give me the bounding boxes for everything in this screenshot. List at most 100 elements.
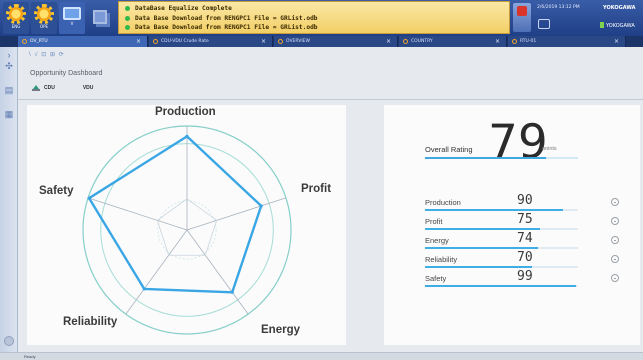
overall-rating-value: 79 [488,115,548,170]
message-line: DataBase Equalize Complete [125,4,509,14]
window-dot-icon [22,39,27,44]
radar-point [142,287,146,291]
tab-crude-rate[interactable]: CDU-VDU Crude Rate × [149,36,273,47]
tree-item-cdu[interactable]: CDU [44,85,55,91]
page-title: Opportunity Dashboard [30,70,103,77]
radar-chart-panel: Production Profit Energy Reliability Saf… [27,105,346,345]
help-icon[interactable] [4,336,14,346]
close-icon[interactable]: × [495,38,500,45]
close-icon[interactable]: × [614,38,619,45]
status-text: Ready [24,354,36,359]
tab-label: RTU-01 [520,39,537,44]
plant-icon [32,84,40,92]
brand-sub-logo: YOKOGAWA [600,22,635,29]
details-icon[interactable] [611,255,619,263]
close-icon[interactable]: × [386,38,391,45]
metric-row-energy: Energy 74 [425,231,619,251]
status-dot-icon [125,15,130,21]
metric-bar [425,247,578,249]
axis-label-production: Production [155,106,216,118]
view-label: V [70,21,74,26]
view-toolbar[interactable]: \ √ ⊡ ⊞ ⟳ [29,51,65,58]
metric-fill [425,285,577,287]
radar-chart [82,125,292,335]
table-icon[interactable]: ▦ [3,109,15,120]
tab-overview[interactable]: OVERVIEW × [274,36,398,47]
metric-value: 74 [517,231,533,246]
metric-row-production: Production 90 [425,193,619,213]
window-dot-icon [403,39,408,44]
close-icon[interactable]: × [261,38,266,45]
metric-row-reliability: Reliability 70 [425,250,619,270]
rating-panel: Overall Rating 79 points Production 90 P… [384,105,640,345]
tab-ov-rtu[interactable]: OV_RTU × [18,36,148,47]
window-icon[interactable] [538,19,550,29]
engineering-button[interactable]: ENG [3,2,29,34]
axis-label-reliability: Reliability [63,316,118,328]
copy-button[interactable] [87,2,113,34]
operation-button[interactable]: OPE [31,2,57,34]
details-icon[interactable] [611,217,619,225]
tab-label: COUNTRY [411,39,433,44]
unit-tree: CDU VDU [30,83,93,93]
metric-value: 99 [517,269,533,284]
radar-spoke [186,197,287,231]
overall-rating-label: Overall Rating [425,145,473,154]
radar-spoke [87,197,188,231]
message-text: Data Base Download from RENGPC1 File = G… [135,24,318,32]
sun-icon [34,4,54,24]
sun-icon [6,4,26,24]
metric-value: 70 [517,250,533,265]
metric-label: Safety [425,274,447,283]
system-clock: 2/6/2019 13:12 PM [537,5,580,10]
window-dot-icon [278,39,283,44]
window-dot-icon [153,39,158,44]
tab-label: OV_RTU [30,39,48,44]
close-icon[interactable]: × [136,38,141,45]
alarm-status-icon[interactable] [513,3,531,32]
metric-value: 90 [517,193,533,208]
metric-bar [425,228,578,230]
message-banner[interactable]: DataBase Equalize Complete Data Base Dow… [118,1,510,34]
message-text: DataBase Equalize Complete [135,5,232,12]
tab-country[interactable]: COUNTRY × [399,36,507,47]
axis-label-safety: Safety [39,185,74,197]
message-text: Data Base Download from RENGPC1 File = G… [135,14,318,22]
tab-rtu-01[interactable]: RTU-01 × [508,36,626,47]
metric-label: Reliability [425,255,458,264]
status-bar: Ready [0,352,643,360]
view-button[interactable]: V [59,2,85,34]
brand-sub-text: YOKOGAWA [606,23,635,29]
brand-logo: YOKOGAWA [603,5,636,11]
dashboard-workspace: \ √ ⊡ ⊞ ⟳ Opportunity Dashboard CDU VDU … [18,47,643,352]
status-dot-icon [125,6,130,12]
details-icon[interactable] [611,236,619,244]
metric-fill [425,266,533,268]
details-icon[interactable] [611,198,619,206]
tree-icon[interactable]: ✣ [3,61,15,72]
window-tab-strip: OV_RTU × CDU-VDU Crude Rate × OVERVIEW ×… [0,36,643,47]
message-line: Data Base Download from RENGPC1 File = G… [125,14,509,24]
copy-icon [93,10,107,24]
overall-rating-fill [425,157,546,159]
screen-icon [63,7,81,20]
tree-item-vdu[interactable]: VDU [83,85,94,91]
metric-value: 75 [517,212,533,227]
chart-icon[interactable]: ▤ [3,85,15,96]
status-dot-icon [125,25,130,31]
metric-fill [425,247,539,249]
overall-rating-bar [425,157,578,159]
metric-bar [425,209,578,211]
radar-point [87,196,91,200]
metric-label: Production [425,198,461,207]
pin-icon[interactable]: › [3,50,15,61]
axis-label-profit: Profit [301,183,332,195]
metric-label: Profit [425,217,443,226]
radar-point [185,134,189,138]
tab-label: OVERVIEW [286,39,310,44]
left-tool-rail: › ✣ ▤ ▦ [0,47,18,352]
window-dot-icon [512,39,517,44]
details-icon[interactable] [611,274,619,282]
engineering-label: ENG [11,24,21,29]
metric-fill [425,228,540,230]
